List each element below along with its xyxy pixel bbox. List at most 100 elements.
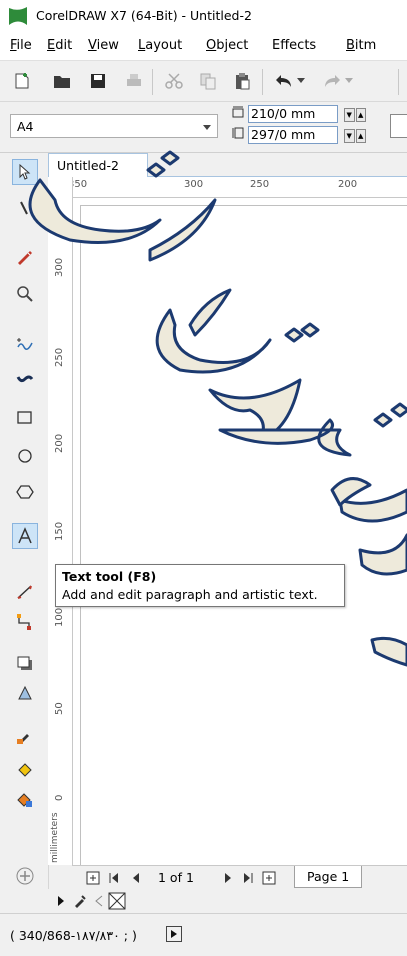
- new-document-button[interactable]: [10, 69, 34, 93]
- connector-icon: [17, 614, 31, 630]
- dimension-icon: [17, 585, 32, 599]
- no-color-swatch-icon[interactable]: [108, 892, 126, 910]
- page-height-field[interactable]: 297/0 mm: [248, 126, 338, 144]
- menu-file[interactable]: File: [10, 38, 32, 53]
- page-size-dropdown[interactable]: A4: [10, 114, 218, 138]
- save-icon: [91, 74, 105, 88]
- cut-button[interactable]: [162, 69, 186, 93]
- rectangle-tool[interactable]: [12, 405, 38, 431]
- next-page-icon[interactable]: [222, 872, 234, 884]
- magnifier-icon: [17, 286, 33, 302]
- menu-layout[interactable]: Layout: [138, 38, 182, 53]
- menu-bitmaps[interactable]: Bitm: [346, 38, 376, 53]
- vruler-label: 100: [54, 607, 65, 627]
- text-a-icon: [18, 527, 32, 544]
- ellipse-icon: [18, 449, 32, 463]
- transparency-icon: [18, 685, 32, 700]
- interactive-fill-tool[interactable]: [12, 757, 38, 783]
- page-border: [80, 205, 407, 866]
- new-document-icon: [15, 73, 29, 89]
- folder-icon: [54, 76, 70, 88]
- menu-edit[interactable]: Edit: [47, 38, 72, 53]
- zoom-tool[interactable]: [12, 281, 38, 307]
- page-height-spinner[interactable]: ▼ ▲: [344, 129, 366, 143]
- scissors-icon: [165, 73, 183, 89]
- menu-effects[interactable]: Effects: [272, 38, 316, 53]
- property-bar: A4 210/0 mm ▼ ▲ 297/0 mm ▼ ▲: [0, 102, 407, 153]
- connector-tool[interactable]: [12, 609, 38, 635]
- text-tool-tooltip: Text tool (F8) Add and edit paragraph an…: [55, 564, 345, 607]
- copy-icon: [200, 73, 216, 90]
- freehand-curve-icon: [17, 338, 33, 350]
- paste-button[interactable]: [230, 69, 254, 93]
- toolbox: [0, 153, 49, 913]
- ruler-unit-label: millimeters: [50, 812, 60, 863]
- undo-icon: [276, 75, 291, 87]
- copy-button[interactable]: [196, 69, 220, 93]
- drop-shadow-tool[interactable]: [12, 651, 38, 677]
- hruler-label: 200: [338, 179, 358, 190]
- smart-fill-tool[interactable]: [12, 787, 38, 813]
- vertical-ruler[interactable]: 300 250 200 150 100 50 0 millimeters: [48, 177, 73, 865]
- polygon-tool[interactable]: [12, 479, 38, 505]
- open-button[interactable]: [50, 69, 74, 93]
- page-tab[interactable]: Page 1: [294, 866, 362, 888]
- vruler-label: 50: [54, 702, 65, 715]
- page-height-icon: [232, 127, 244, 139]
- document-tab-label: Untitled-2: [57, 158, 119, 173]
- menu-bar: File Edit View Layout Object Effects Bit…: [0, 32, 407, 61]
- brush-stroke-icon: [16, 375, 34, 383]
- menu-object[interactable]: Object: [206, 38, 248, 53]
- freehand-tool[interactable]: [12, 331, 38, 357]
- color-eyedropper-tool[interactable]: [12, 723, 38, 749]
- shape-tool[interactable]: [12, 195, 38, 221]
- page-tab-label: Page 1: [307, 869, 350, 884]
- page-width-spinner[interactable]: ▼ ▲: [344, 108, 366, 122]
- text-tool[interactable]: [12, 523, 38, 549]
- eyedropper-icon[interactable]: [72, 893, 88, 909]
- undo-button[interactable]: [272, 69, 296, 93]
- redo-button[interactable]: [320, 69, 344, 93]
- vruler-label: 150: [54, 521, 65, 541]
- previous-page-icon[interactable]: [130, 872, 142, 884]
- ellipse-tool[interactable]: [12, 443, 38, 469]
- first-page-icon[interactable]: [108, 872, 120, 884]
- vruler-label: 250: [54, 347, 65, 367]
- page-navigator: 1 of 1 Page 1: [72, 865, 407, 890]
- calligraphy-dots: [146, 150, 180, 178]
- status-expand-button[interactable]: [166, 926, 182, 942]
- artistic-media-tool[interactable]: [12, 365, 38, 391]
- pick-tool[interactable]: [12, 159, 38, 185]
- hruler-label: 250: [250, 179, 270, 190]
- horizontal-ruler[interactable]: 350 300 250 200: [68, 177, 407, 198]
- undo-dropdown[interactable]: [294, 69, 308, 93]
- crop-tool[interactable]: [12, 245, 38, 271]
- last-page-icon[interactable]: [242, 872, 254, 884]
- portrait-button[interactable]: [390, 114, 407, 138]
- page-width-field[interactable]: 210/0 mm: [248, 105, 338, 123]
- save-button[interactable]: [86, 69, 110, 93]
- add-page-after-icon[interactable]: [262, 871, 276, 885]
- window-title: CorelDRAW X7 (64-Bit) - Untitled-2: [36, 8, 252, 23]
- menu-view[interactable]: View: [88, 38, 119, 53]
- transparency-tool[interactable]: [12, 681, 38, 707]
- printer-icon: [127, 74, 141, 86]
- document-tab[interactable]: Untitled-2: [48, 153, 148, 177]
- rectangle-icon: [17, 411, 32, 424]
- redo-icon: [325, 75, 340, 87]
- add-page-before-icon[interactable]: [86, 871, 100, 885]
- add-tool-button[interactable]: [12, 863, 38, 889]
- parallel-dimension-tool[interactable]: [12, 579, 38, 605]
- palette-expand-icon[interactable]: [56, 895, 66, 907]
- redo-dropdown[interactable]: [342, 69, 356, 93]
- title-bar: CorelDRAW X7 (64-Bit) - Untitled-2: [0, 0, 407, 32]
- tooltip-title: Text tool (F8): [62, 569, 157, 584]
- knife-icon: [18, 251, 32, 265]
- tooltip-description: Add and edit paragraph and artistic text…: [62, 587, 318, 602]
- chevron-down-icon: [203, 125, 211, 130]
- status-bar: ( 340/868-١٨٧/٨٣٠ ; ): [0, 913, 407, 956]
- palette-scroll-left-icon[interactable]: [94, 895, 104, 907]
- eyedropper-icon: [17, 734, 29, 744]
- print-button[interactable]: [122, 69, 146, 93]
- pointer-arrow-icon: [19, 164, 31, 180]
